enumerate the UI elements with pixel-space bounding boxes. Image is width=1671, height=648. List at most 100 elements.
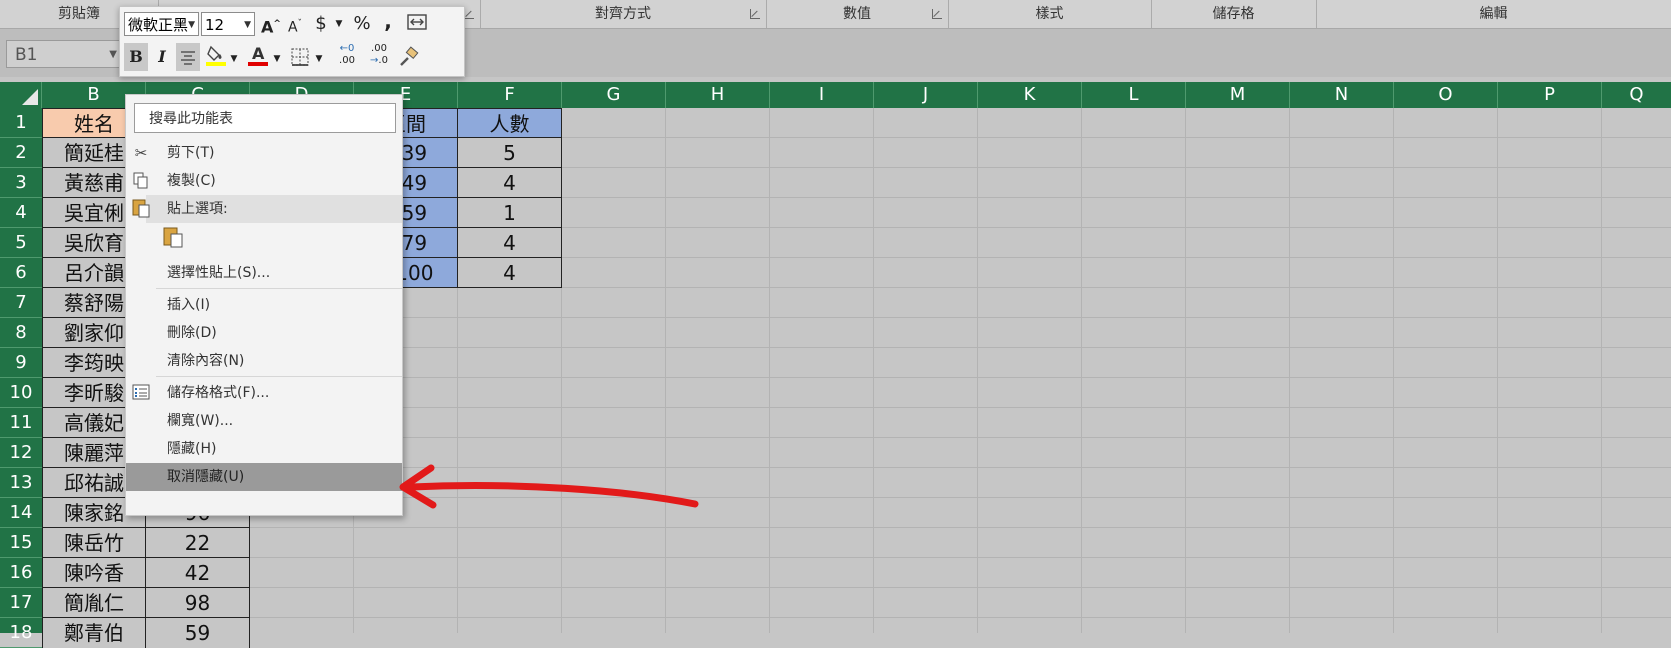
column-header-f[interactable]: F [458, 82, 562, 108]
menu-item-insert[interactable]: 插入(I) [126, 291, 402, 319]
cell-c16[interactable]: 42 [146, 558, 250, 588]
column-header-g[interactable]: G [562, 82, 666, 108]
cell-b16[interactable]: 陳吟香 [42, 558, 146, 588]
chevron-down-icon[interactable]: ▼ [188, 13, 195, 37]
bold-button[interactable]: B [124, 43, 148, 71]
font-color-button[interactable]: A [246, 43, 270, 71]
column-header-p[interactable]: P [1498, 82, 1602, 108]
dialog-launcher-icon[interactable] [750, 9, 760, 19]
increase-decimal-button[interactable]: ←0.00 [332, 43, 362, 71]
clipboard-glyph [132, 199, 150, 218]
shrink-font-button[interactable]: Aˇ [284, 12, 306, 40]
group-label: 儲存格 [1212, 6, 1255, 22]
row-header[interactable]: 18 [0, 618, 42, 648]
menu-item-cut[interactable]: ✂ 剪下(T) [126, 139, 402, 167]
row-header[interactable]: 11 [0, 408, 42, 438]
menu-item-column-width[interactable]: 欄寬(W)... [126, 407, 402, 435]
currency-button[interactable]: $ [310, 12, 332, 36]
comma-style-button[interactable]: , [378, 9, 398, 33]
cell-f4[interactable]: 1 [458, 198, 562, 228]
group-label: 樣式 [1035, 6, 1064, 22]
fill-color-button[interactable] [204, 43, 228, 71]
decrease-decimal-text: .0 [378, 55, 388, 66]
menu-item-delete[interactable]: 刪除(D) [126, 319, 402, 347]
cell-c15[interactable]: 22 [146, 528, 250, 558]
menu-item-unhide[interactable]: 取消隱藏(U) [126, 463, 402, 491]
row-header[interactable]: 15 [0, 528, 42, 558]
menu-item-clear-contents[interactable]: 清除內容(N) [126, 347, 402, 375]
paint-bucket-icon [206, 45, 226, 66]
cell-f2[interactable]: 5 [458, 138, 562, 168]
row-header[interactable]: 10 [0, 378, 42, 408]
row-header[interactable]: 6 [0, 258, 42, 288]
cell-b18[interactable]: 鄭青伯 [42, 618, 146, 648]
row-header[interactable]: 8 [0, 318, 42, 348]
cell-b15[interactable]: 陳岳竹 [42, 528, 146, 558]
font-name-combo[interactable]: 微軟正黑 ▼ [124, 12, 199, 36]
row-header[interactable]: 5 [0, 228, 42, 258]
row-header[interactable]: 2 [0, 138, 42, 168]
name-box[interactable]: B1 ▼ [6, 40, 124, 68]
cell-b17[interactable]: 簡胤仁 [42, 588, 146, 618]
row-header[interactable]: 4 [0, 198, 42, 228]
column-header-m[interactable]: M [1186, 82, 1290, 108]
row-header[interactable]: 13 [0, 468, 42, 498]
menu-item-paste-special[interactable]: 選擇性貼上(S)... [126, 259, 402, 287]
column-header-j[interactable]: J [874, 82, 978, 108]
row-header[interactable]: 16 [0, 558, 42, 588]
row-header[interactable]: 3 [0, 168, 42, 198]
name-box-value: B1 [15, 45, 38, 65]
center-align-button[interactable] [176, 43, 200, 71]
ribbon-group-editing: 編輯 [1316, 0, 1671, 28]
ribbon-group-alignment: 對齊方式 [480, 0, 767, 28]
italic-button[interactable]: I [150, 43, 174, 71]
row-header[interactable]: 14 [0, 498, 42, 528]
paste-option-default[interactable] [126, 221, 402, 251]
cell-f5[interactable]: 4 [458, 228, 562, 258]
paste-clipboard-icon [162, 225, 183, 248]
column-header-h[interactable]: H [666, 82, 770, 108]
row-header[interactable]: 9 [0, 348, 42, 378]
cell-f6[interactable]: 4 [458, 258, 562, 288]
row-header[interactable]: 7 [0, 288, 42, 318]
dialog-launcher-icon[interactable] [932, 9, 942, 19]
font-size-combo[interactable]: 12 ▼ [201, 12, 255, 36]
format-painter-button[interactable] [396, 43, 422, 71]
menu-item-label: 插入(I) [167, 297, 211, 313]
wrap-text-button[interactable] [404, 12, 430, 39]
cell-c17[interactable]: 98 [146, 588, 250, 618]
select-all-corner[interactable] [0, 82, 42, 108]
cell-c18[interactable]: 59 [146, 618, 250, 648]
column-header-l[interactable]: L [1082, 82, 1186, 108]
chevron-down-icon[interactable]: ▼ [313, 47, 325, 71]
column-header-i[interactable]: I [770, 82, 874, 108]
column-header-n[interactable]: N [1290, 82, 1394, 108]
decrease-decimal-button[interactable]: .00 →.0 [364, 43, 394, 71]
row-header[interactable]: 17 [0, 588, 42, 618]
mini-toolbar: 微軟正黑 ▼ 12 ▼ A^ Aˇ $ ▼ % , B I ▼ A ▼ ▼ ←0.0… [119, 6, 465, 77]
dialog-launcher-icon[interactable] [464, 9, 474, 19]
row-header[interactable]: 12 [0, 438, 42, 468]
column-header-q[interactable]: Q [1602, 82, 1671, 108]
chevron-down-icon[interactable]: ▼ [244, 13, 251, 37]
chevron-down-icon[interactable]: ▼ [228, 47, 240, 71]
chevron-down-icon[interactable]: ▼ [109, 41, 117, 69]
cell-f1[interactable]: 人數 [458, 108, 562, 138]
menu-item-label: 選擇性貼上(S)... [167, 265, 271, 281]
group-label: 編輯 [1479, 6, 1508, 22]
cell-f3[interactable]: 4 [458, 168, 562, 198]
column-header-o[interactable]: O [1394, 82, 1498, 108]
copy-glyph [133, 172, 148, 189]
row-header[interactable]: 1 [0, 108, 42, 138]
menu-item-format-cells[interactable]: 儲存格格式(F)... [126, 379, 402, 407]
paste-icon [131, 197, 153, 221]
menu-search-input[interactable]: 搜尋此功能表 [134, 103, 396, 133]
grow-font-button[interactable]: A^ [260, 12, 282, 39]
chevron-down-icon[interactable]: ▼ [271, 47, 283, 71]
menu-item-copy[interactable]: 複製(C) [126, 167, 402, 195]
borders-button[interactable] [288, 43, 312, 71]
menu-item-hide[interactable]: 隱藏(H) [126, 435, 402, 463]
chevron-down-icon[interactable]: ▼ [333, 12, 345, 36]
column-header-k[interactable]: K [978, 82, 1082, 108]
percent-button[interactable]: % [350, 12, 374, 36]
